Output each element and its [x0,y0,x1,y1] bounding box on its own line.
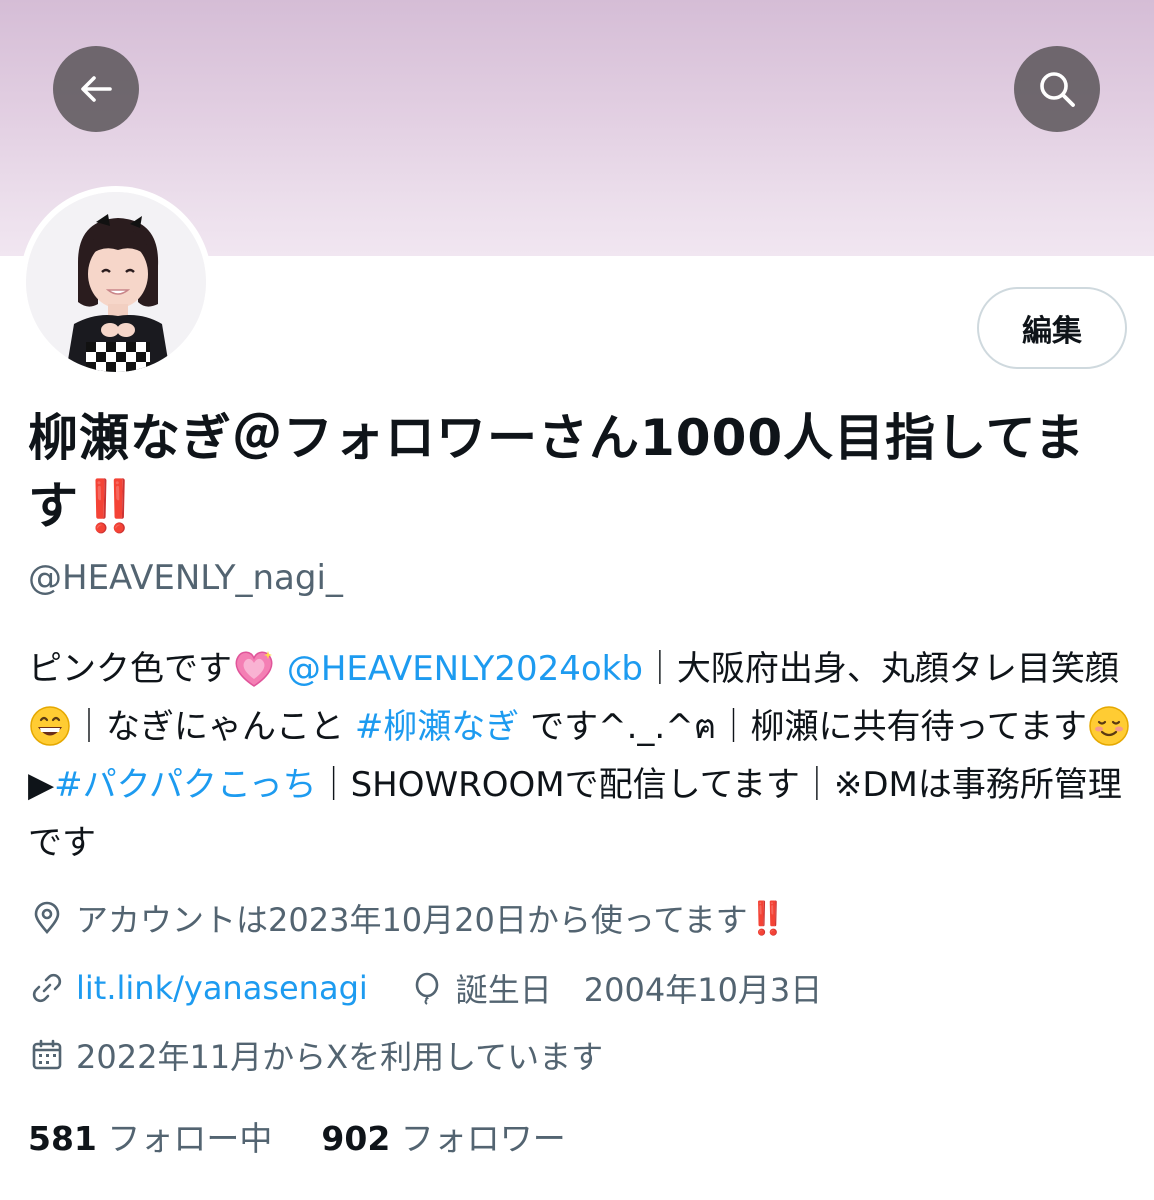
display-name-text: 柳瀬なぎ＠フォロワーさん1000人目指してます [28,409,1086,535]
followers-count: 902 [321,1119,391,1158]
following-count: 581 [28,1119,97,1158]
followers-label: フォロワー [400,1119,566,1158]
following-link[interactable]: 581 フォロー中 [28,1119,272,1158]
balloon-icon [408,969,446,1007]
double-exclamation-emoji: ‼️ [79,477,143,535]
website-link[interactable]: lit.link/yanasenagi [76,969,368,1007]
user-handle: @HEAVENLY_nagi_ [28,558,343,598]
sparkling-heart-emoji [235,651,273,687]
location-text: アカウントは2023年10月20日から使ってます [76,901,748,939]
bio-text: です^._.^ฅ｜柳瀬に共有待ってます [530,707,1088,747]
avatar-frame[interactable] [20,186,212,378]
edit-profile-button[interactable]: 編集 [977,287,1127,369]
avatar [26,192,206,372]
avatar-photo [26,192,206,372]
link-birthday-row: lit.link/yanasenagi 誕生日 2004年10月3日 [28,966,822,1010]
display-name: 柳瀬なぎ＠フォロワーさん1000人目指してます‼️ [28,404,1128,540]
search-icon [1040,72,1075,107]
profile-bio: ピンク色です @HEAVENLY2024okb｜大阪府出身、丸顔タレ目笑顔 ｜なぎ… [28,640,1133,872]
arrow-left-icon [81,76,112,102]
joined-text: 2022年11月からXを利用しています [76,1038,604,1076]
bio-text: ピンク色です [28,649,232,689]
hashtag-link[interactable]: #柳瀬なぎ [355,707,520,747]
location-row: アカウントは2023年10月20日から使ってます ‼️ [28,896,788,940]
followers-link[interactable]: 902 フォロワー [321,1119,565,1158]
follow-stats: 581 フォロー中 902 フォロワー [28,1112,566,1160]
location-pin-icon [28,899,66,937]
hashtag-link[interactable]: #パクパクこっち [54,765,316,805]
search-button[interactable] [1014,46,1100,132]
following-label: フォロー中 [107,1119,273,1158]
bio-text: ｜大阪府出身、丸顔タレ目笑顔 [642,649,1119,689]
calendar-icon [28,1036,66,1074]
joined-row: 2022年11月からXを利用しています [28,1033,603,1077]
smiling-face-emoji [1089,706,1129,746]
back-button[interactable] [53,46,139,132]
bio-text: ｜なぎにゃんこと [72,707,344,747]
link-icon [28,969,66,1007]
mention-link[interactable]: @HEAVENLY2024okb [287,649,643,689]
birthday-text: 誕生日 2004年10月3日 [455,971,823,1009]
play-arrow-text: ▶ [28,765,55,805]
double-exclamation-emoji: ‼️ [747,899,788,937]
grinning-face-emoji [30,706,70,746]
